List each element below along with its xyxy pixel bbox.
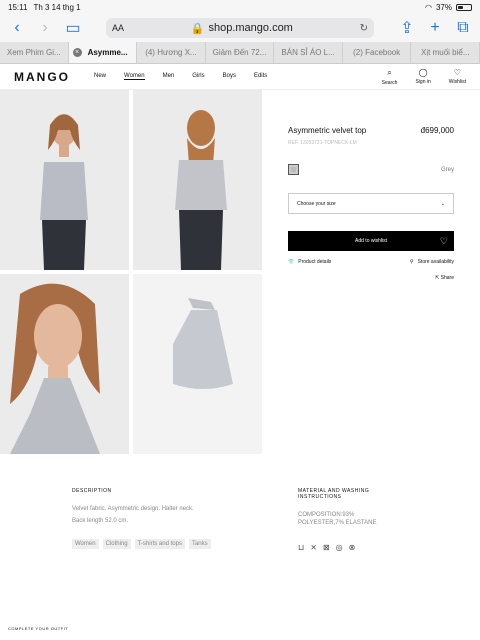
no-bleach-icon: ⨯ [310, 543, 317, 552]
product-photo-closeup[interactable] [0, 274, 129, 454]
dry-icon: ⊠ [322, 543, 330, 552]
tab-active[interactable]: × Asymme... [68, 42, 138, 63]
product-ref: REF. 13053721-TOPNECK-LM [288, 140, 357, 146]
tab-3[interactable]: Giảm Đến 72... [206, 42, 275, 63]
battery-icon [456, 3, 472, 11]
product-details-link[interactable]: 👕 Product details [288, 259, 331, 265]
product-title: Asymmetric velvet top [288, 126, 367, 135]
tab-2[interactable]: (4) Hương X... [137, 42, 206, 63]
address-bar[interactable]: AA 🔒 shop.mango.com ↻ [106, 18, 374, 38]
reload-icon[interactable]: ↻ [360, 23, 368, 34]
nav-new[interactable]: New [94, 73, 106, 80]
composition-text: COMPOSITION:93% POLYESTER,7% ELASTANE [298, 512, 377, 526]
tab-6[interactable]: Xịt muối biể... [411, 42, 480, 63]
chevron-down-icon: ⌄ [440, 200, 445, 207]
search-icon: ⌕ [387, 67, 392, 77]
color-swatch[interactable] [288, 164, 299, 175]
wishlist-button[interactable]: ♡ Wishlist [449, 68, 466, 86]
tab-bar: Xem Phim Gi... × Asymme... (4) Hương X...… [0, 42, 480, 64]
material-heading: MATERIAL AND WASHING INSTRUCTIONS [298, 488, 370, 500]
no-dryclean-icon: ⊗ [348, 543, 356, 552]
tag-clothing[interactable]: Clothing [102, 539, 131, 549]
reader-aa[interactable]: AA [112, 23, 124, 33]
product-photo-front[interactable] [0, 90, 129, 270]
nav-girls[interactable]: Girls [192, 73, 204, 80]
care-icons: ⊔ ⨯ ⊠ ◎ ⊗ [298, 543, 408, 552]
search-button[interactable]: ⌕ Search [382, 68, 398, 86]
tab-5[interactable]: (2) Facebook [343, 42, 412, 63]
heart-icon: ♡ [453, 67, 461, 77]
location-pin-icon: ⚲ [409, 259, 414, 265]
nav-women[interactable]: Women [124, 73, 145, 80]
tabs-icon[interactable]: ⧉ [452, 17, 474, 39]
site-header: MANGO New Women Men Girls Boys Edits ⌕ Se… [0, 64, 480, 90]
browser-toolbar: ‹ › ▭ AA 🔒 shop.mango.com ↻ ⇪ + ⧉ [0, 14, 480, 42]
color-name: Grey [440, 166, 454, 173]
store-availability-link[interactable]: ⚲ Store availability [410, 259, 454, 265]
product-photo-flat[interactable] [133, 274, 262, 454]
battery-text: 37% [435, 2, 452, 12]
new-tab-icon[interactable]: + [424, 17, 446, 39]
share-icon[interactable]: ⇪ [396, 17, 418, 39]
tag-tshirts[interactable]: T-shirts and tops [134, 539, 185, 549]
tag-women[interactable]: Women [72, 539, 99, 549]
status-date: Th 3 14 thg 1 [33, 2, 81, 12]
close-icon[interactable]: × [72, 48, 82, 57]
product-info: Asymmetric velvet top đ699,000 REF. 13053… [262, 90, 480, 454]
description-heading: DESCRIPTION [72, 488, 112, 494]
bookmarks-icon[interactable]: ▭ [62, 17, 84, 39]
signin-button[interactable]: ◯ Sign in [415, 68, 430, 86]
tab-4[interactable]: BÁN SỈ ÁO L... [274, 42, 343, 63]
details-section: DESCRIPTION Velvet fabric. Asymmetric de… [0, 454, 480, 552]
nav-edits[interactable]: Edits [254, 73, 267, 80]
lock-icon: 🔒 [190, 22, 205, 35]
forward-icon[interactable]: › [34, 17, 56, 39]
share-icon: ⇱ [435, 275, 440, 281]
mango-logo[interactable]: MANGO [14, 70, 70, 84]
wash-icon: ⊔ [298, 543, 305, 552]
share-link[interactable]: ⇱ Share [288, 275, 454, 281]
heart-icon: ♡ [439, 235, 448, 246]
nav-boys[interactable]: Boys [223, 73, 236, 80]
wifi-icon: ◠ [425, 2, 432, 12]
product-price: đ699,000 [420, 126, 454, 135]
status-time: 15:11 [8, 2, 28, 12]
product-photo-back[interactable] [133, 90, 262, 270]
product-gallery [0, 90, 262, 454]
user-icon: ◯ [418, 67, 428, 77]
add-to-wishlist-button[interactable]: Add to wishlist ♡ [288, 231, 454, 251]
size-select[interactable]: Choose your size ⌄ [288, 193, 454, 214]
url-text: shop.mango.com [208, 22, 293, 34]
tag-tanks[interactable]: Tanks [188, 539, 211, 549]
iron-icon: ◎ [335, 543, 343, 552]
nav-men[interactable]: Men [163, 73, 175, 80]
complete-outfit-heading: COMPLETE YOUR OUTFIT [8, 626, 69, 631]
status-bar: 15:11 Th 3 14 thg 1 ◠ 37% [0, 0, 480, 14]
tab-0[interactable]: Xem Phim Gi... [0, 42, 69, 63]
shirt-icon: 👕 [288, 259, 295, 265]
description-text: Velvet fabric. Asymmetric design. Halter… [72, 506, 194, 524]
back-icon[interactable]: ‹ [6, 17, 28, 39]
